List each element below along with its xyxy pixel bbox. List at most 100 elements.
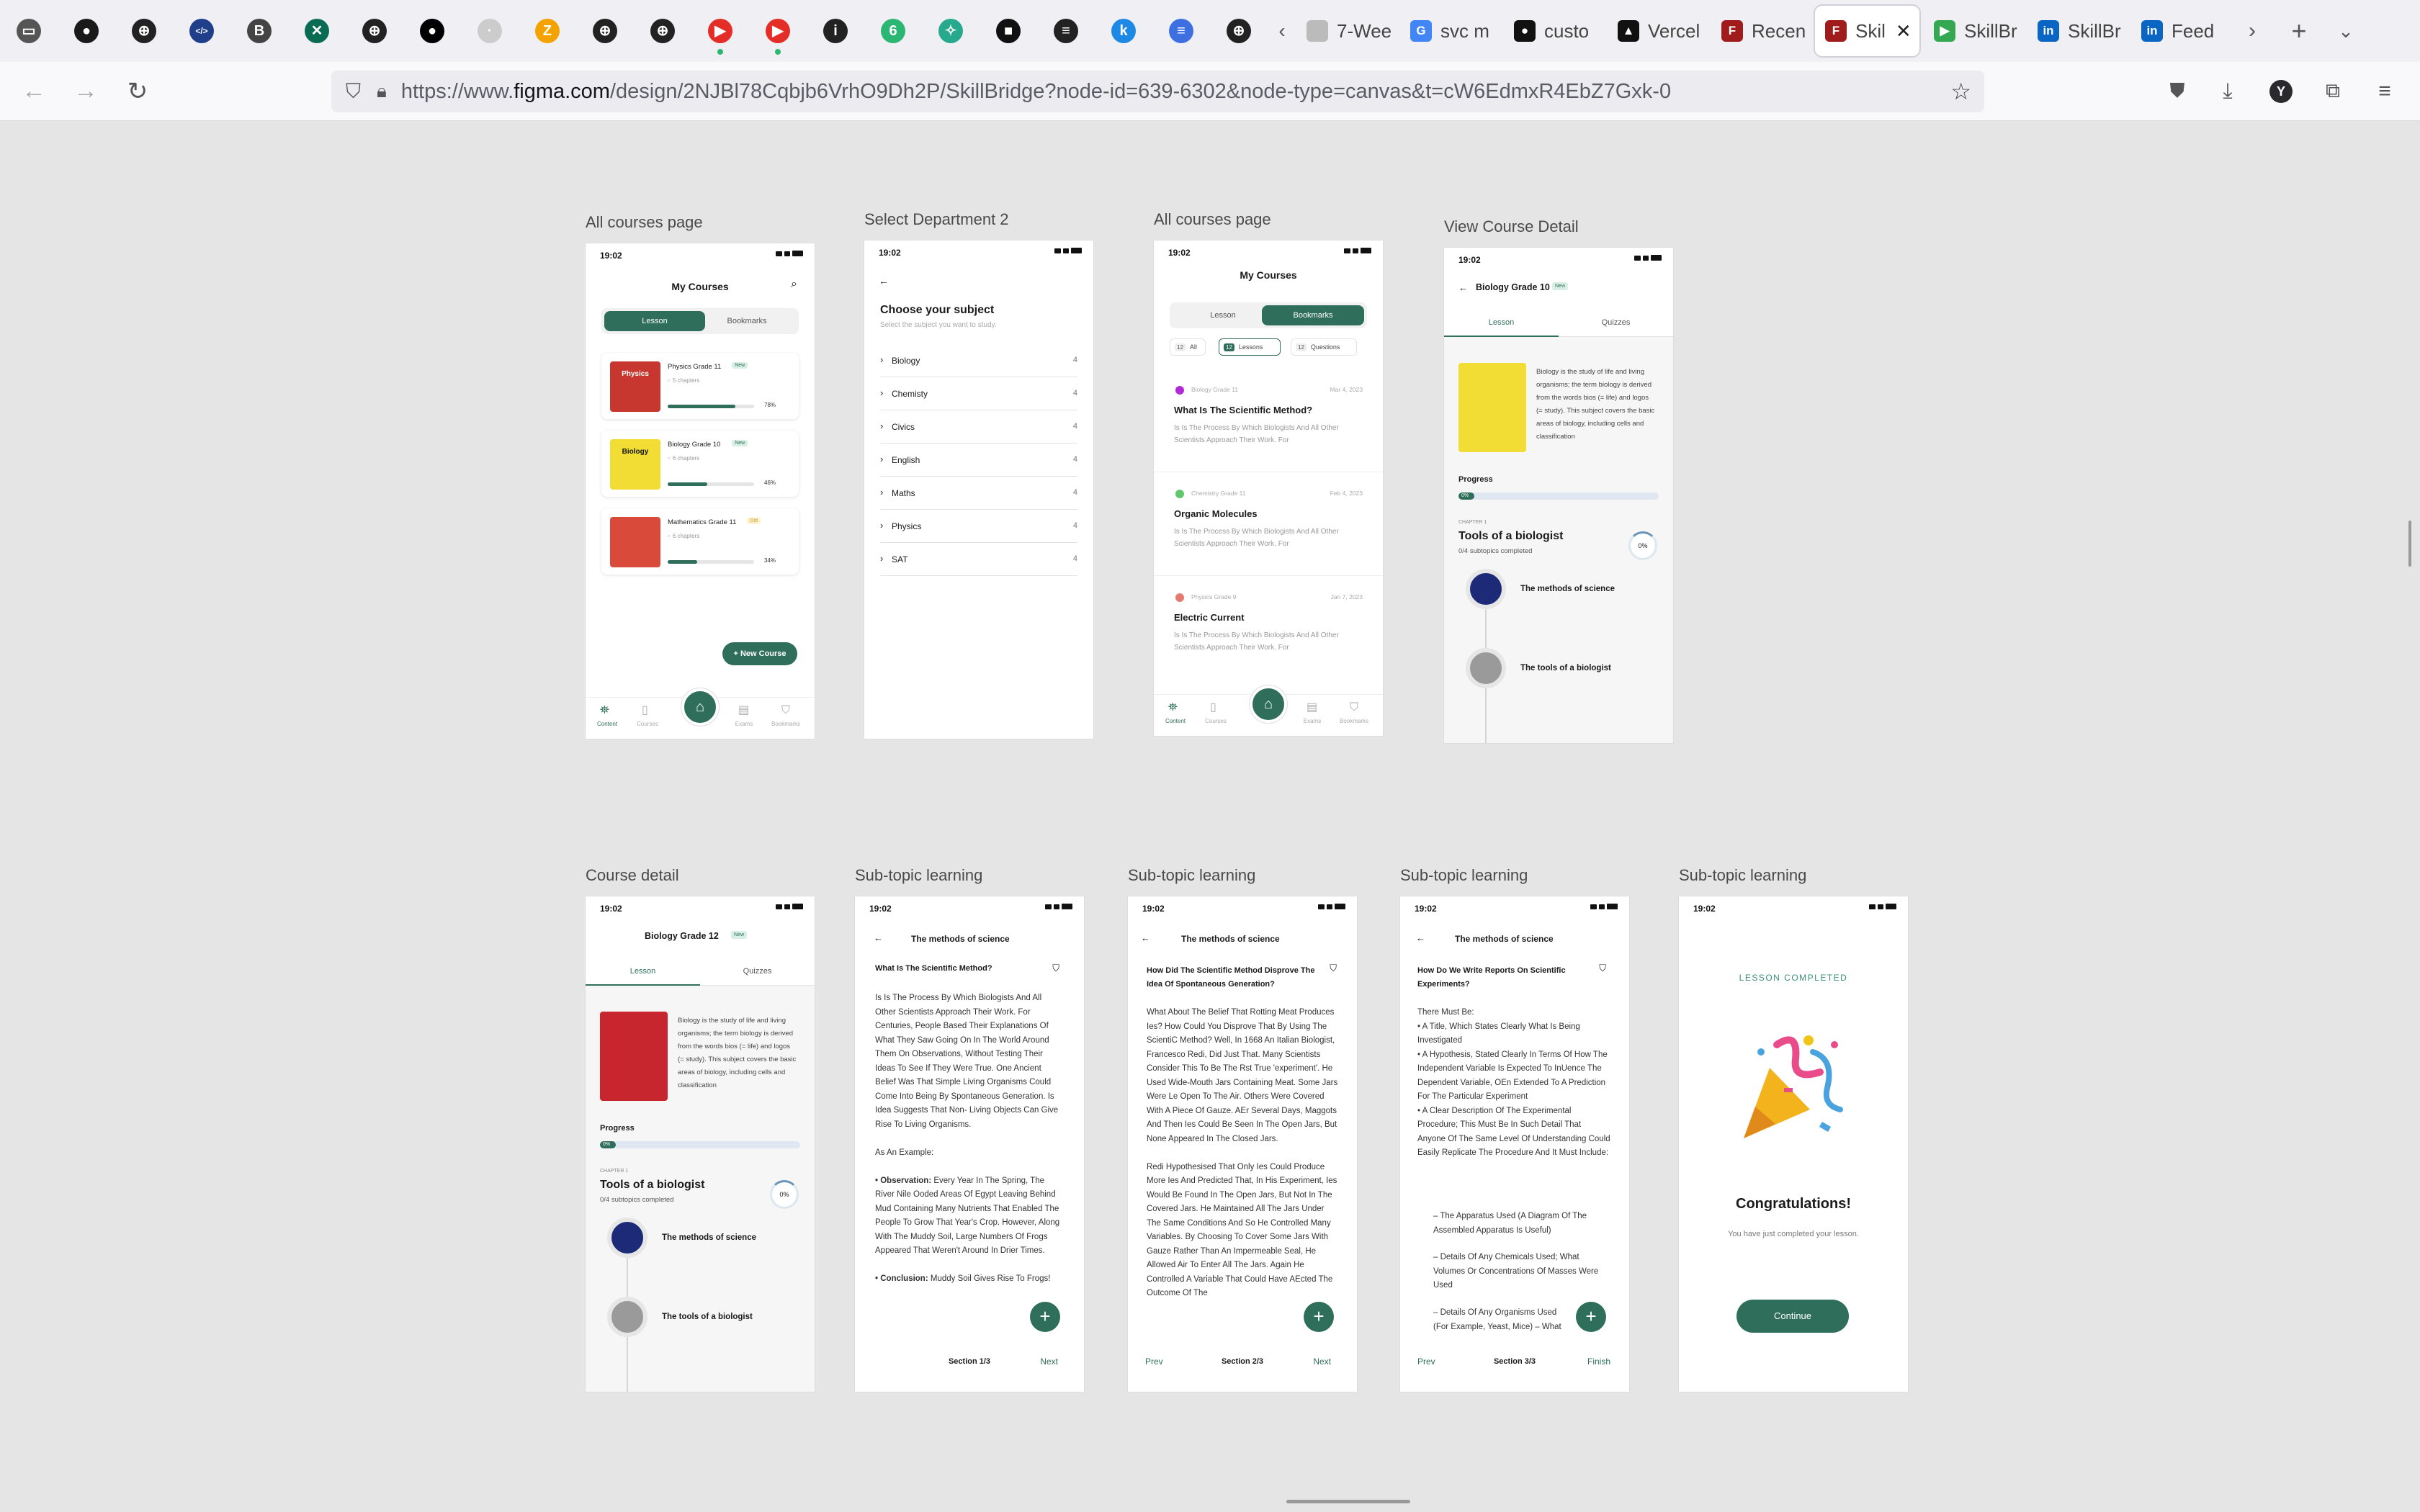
frame-label[interactable]: All courses page [586, 213, 703, 232]
nav-courses[interactable]: Courses [1201, 718, 1230, 724]
frame-subtopic-2[interactable]: 19:02 ← The methods of science How Did T… [1128, 896, 1357, 1392]
finish-button[interactable]: Finish [1587, 1356, 1610, 1367]
pocket-icon[interactable]: ⛊ [2159, 73, 2195, 109]
favicon-tab[interactable]: ■ [980, 0, 1037, 62]
favicon-tab[interactable]: ≡ [1152, 0, 1210, 62]
frame-label[interactable]: View Course Detail [1444, 217, 1579, 236]
filter-chip[interactable]: 12 Lessons [1219, 338, 1281, 356]
frame-all-courses[interactable]: 19:02 My Courses ⌕ Lesson Bookmarks Phys… [586, 243, 815, 739]
favicon-tab[interactable]: ✕ [288, 0, 346, 62]
account-avatar[interactable]: Y [2263, 73, 2299, 109]
exams-icon[interactable]: ▤ [738, 703, 749, 717]
address-bar[interactable]: ⛉ 🔒︎ https://www.figma.com/design/2NJBl7… [331, 71, 1984, 112]
frame-label[interactable]: Sub-topic learning [855, 866, 982, 885]
browser-tab[interactable]: F Skil ✕ [1815, 6, 1919, 56]
frame-label[interactable]: Sub-topic learning [1128, 866, 1255, 885]
favicon-tab[interactable]: k [1095, 0, 1152, 62]
browser-tab[interactable]: F Recen [1711, 6, 1811, 56]
frame-lesson-completed[interactable]: 19:02 LESSON COMPLETED Congratulations! … [1679, 896, 1908, 1392]
frame-subtopic-3[interactable]: 19:02 ← The methods of science How Do We… [1400, 896, 1629, 1392]
favicon-tab[interactable]: · [461, 0, 519, 62]
browser-tab[interactable]: in SkillBr [2027, 6, 2127, 56]
nav-exams[interactable]: Exams [1298, 718, 1327, 724]
vertical-scrollbar[interactable] [2408, 521, 2411, 567]
subject-row[interactable]: › Physics 4 [880, 511, 1077, 543]
tab-lesson[interactable]: Lesson [1173, 311, 1273, 320]
frame-course-detail[interactable]: 19:02 Biology Grade 12 New Lesson Quizzes Bio… [586, 896, 815, 1392]
favicon-tab[interactable]: ● [58, 0, 115, 62]
add-fab-button[interactable]: + [1304, 1302, 1334, 1332]
nav-courses[interactable]: Courses [633, 721, 662, 727]
browser-tab[interactable]: ● custo [1504, 6, 1603, 56]
add-fab-button[interactable]: + [1030, 1302, 1060, 1332]
tab-bookmarks[interactable]: Bookmarks [1262, 305, 1364, 325]
favicon-tab[interactable]: ⊕ [1210, 0, 1268, 62]
tab-list-chevron-icon[interactable]: ⌄ [2324, 0, 2367, 62]
back-button[interactable]: ← [16, 73, 52, 109]
reload-button[interactable]: ↻ [120, 73, 156, 109]
subject-row[interactable]: › English 4 [880, 445, 1077, 477]
favicon-tab[interactable]: ⊕ [115, 0, 173, 62]
extensions-icon[interactable]: ⧉ [2315, 73, 2351, 109]
downloads-icon[interactable]: ⤓ [2210, 73, 2246, 109]
next-button[interactable]: Next [1313, 1356, 1331, 1367]
frame-view-course-detail[interactable]: 19:02 ← Biology Grade 10 New Lesson Quizzes Bi… [1444, 248, 1673, 743]
back-arrow-icon[interactable]: ← [874, 932, 883, 943]
favicon-tab[interactable]: ● [403, 0, 461, 62]
topic-title[interactable]: The tools of a biologist [662, 1313, 753, 1321]
forward-button[interactable]: → [68, 73, 104, 109]
nav-content[interactable]: Content [593, 721, 622, 727]
menu-icon[interactable]: ≡ [2367, 73, 2403, 109]
home-button[interactable]: ⌂ [1250, 685, 1287, 723]
favicon-tab[interactable]: </> [173, 0, 230, 62]
search-icon[interactable]: ⌕ [791, 278, 797, 291]
nav-content[interactable]: Content [1161, 718, 1190, 724]
filter-chip[interactable]: 12 All [1170, 338, 1206, 356]
url-text[interactable]: https://www.figma.com/design/2NJBl78Cqbj… [401, 80, 1671, 104]
bookmark-icon[interactable]: ⛉ [1330, 963, 1337, 974]
favicon-tab[interactable]: B [230, 0, 288, 62]
home-button[interactable]: ⌂ [681, 688, 719, 726]
courses-icon[interactable]: ▯ [642, 703, 648, 717]
frame-all-courses-bookmarks[interactable]: 19:02 My Courses Lesson Bookmarks 12 All 1… [1154, 240, 1383, 736]
browser-tab[interactable]: in Feed [2131, 6, 2231, 56]
favicon-tab[interactable]: i [807, 0, 864, 62]
browser-tab[interactable]: 7-Wee [1296, 6, 1396, 56]
favicon-tab[interactable]: Z [519, 0, 576, 62]
new-course-button[interactable]: + New Course [722, 642, 797, 665]
bookmark-icon[interactable]: ⛉ [1599, 963, 1606, 974]
nav-bookmarks[interactable]: Bookmarks [1340, 718, 1368, 724]
subject-row[interactable]: › Civics 4 [880, 412, 1077, 444]
tab-quizzes[interactable]: Quizzes [700, 967, 815, 976]
favicon-tab[interactable]: ⊕ [576, 0, 634, 62]
bookmark-icon[interactable]: ⛉ [781, 704, 790, 717]
exams-icon[interactable]: ▤ [1307, 700, 1317, 714]
close-tab-icon[interactable]: ✕ [1896, 20, 1912, 42]
browser-tab[interactable]: ▲ Vercel [1608, 6, 1707, 56]
bookmark-icon[interactable]: ⛉ [1052, 963, 1059, 974]
favicon-tab[interactable]: ⊕ [634, 0, 691, 62]
tab-lesson[interactable]: Lesson [586, 967, 700, 976]
frame-label[interactable]: Sub-topic learning [1679, 866, 1806, 885]
tab-bookmarks[interactable]: Bookmarks [701, 317, 793, 325]
frame-select-department[interactable]: 19:02 ← Choose your subject Select the s… [864, 240, 1093, 739]
subject-row[interactable]: › Maths 4 [880, 478, 1077, 510]
subject-row[interactable]: › Chemisty 4 [880, 379, 1077, 410]
frame-label[interactable]: Sub-topic learning [1400, 866, 1528, 885]
tab-lesson[interactable]: Lesson [604, 311, 705, 331]
course-card[interactable]: Biology Biology Grade 10 New ▫ 6 chapters 46% [601, 431, 799, 497]
course-card[interactable]: Physics Physics Grade 11 New ▫ 5 chapters 78% [601, 353, 799, 419]
continue-button[interactable]: Continue [1736, 1300, 1849, 1333]
favicon-tab[interactable]: ▭ [0, 0, 58, 62]
back-arrow-icon[interactable]: ← [879, 275, 889, 287]
content-icon[interactable]: ⛯ [1168, 701, 1178, 714]
content-icon[interactable]: ⛯ [600, 704, 609, 717]
bookmark-item[interactable]: Biology Grade 11 Mar 4, 2023 What Is The S… [1154, 372, 1383, 472]
frame-label[interactable]: Course detail [586, 866, 679, 885]
figma-canvas[interactable]: All courses page 19:02 My Courses ⌕ Less… [0, 121, 2420, 1512]
topic-title[interactable]: The methods of science [1520, 585, 1615, 593]
favicon-tab[interactable]: ▶ [749, 0, 807, 62]
tab-quizzes[interactable]: Quizzes [1559, 318, 1673, 327]
frame-label[interactable]: Select Department 2 [864, 210, 1009, 229]
bookmark-star-icon[interactable]: ☆ [1950, 78, 1971, 105]
